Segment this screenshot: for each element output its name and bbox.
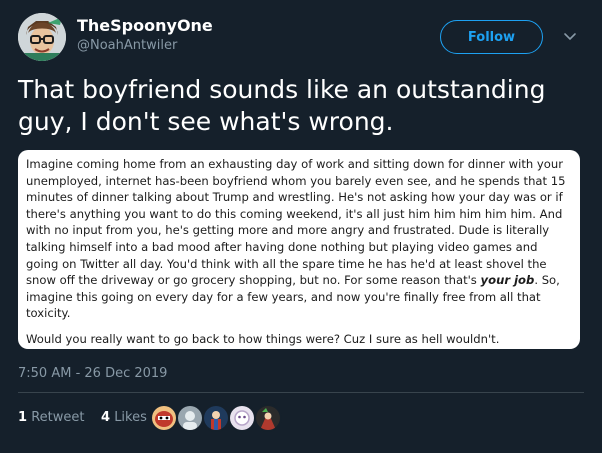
emphasized-text: your job bbox=[480, 273, 535, 288]
avatar-illustration-icon bbox=[18, 13, 66, 61]
likes-stat[interactable]: 4 Likes bbox=[101, 410, 147, 425]
liker-avatar-5-icon[interactable] bbox=[254, 404, 282, 432]
tweet-header: TheSpoonyOne @NoahAntwiler Follow bbox=[0, 0, 602, 70]
liker-avatar-2-icon[interactable] bbox=[176, 404, 204, 432]
image-paragraph-1: Imagine coming home from an exhausting d… bbox=[26, 157, 566, 321]
author-avatar[interactable] bbox=[18, 13, 66, 61]
follow-button[interactable]: Follow bbox=[440, 20, 543, 54]
tweet-stats: 1 Retweet 4 Likes bbox=[18, 410, 147, 425]
attached-text-image[interactable]: Imagine coming home from an exhausting d… bbox=[18, 150, 580, 349]
author-display-name[interactable]: TheSpoonyOne bbox=[77, 16, 213, 35]
image-paragraph-2: Would you really want to go back to how … bbox=[26, 331, 500, 346]
chevron-down-icon[interactable] bbox=[563, 30, 577, 44]
liker-avatar-3-icon[interactable] bbox=[202, 404, 230, 432]
tweet-timestamp[interactable]: 7:50 AM - 26 Dec 2019 bbox=[18, 366, 167, 381]
author-handle[interactable]: @NoahAntwiler bbox=[77, 38, 177, 53]
liker-avatar-1-icon[interactable] bbox=[150, 404, 178, 432]
liker-avatar-4-icon[interactable] bbox=[228, 404, 256, 432]
tweet-text: That boyfriend sounds like an outstandin… bbox=[18, 75, 546, 136]
divider bbox=[18, 392, 584, 393]
retweets-stat[interactable]: 1 Retweet bbox=[18, 410, 84, 425]
